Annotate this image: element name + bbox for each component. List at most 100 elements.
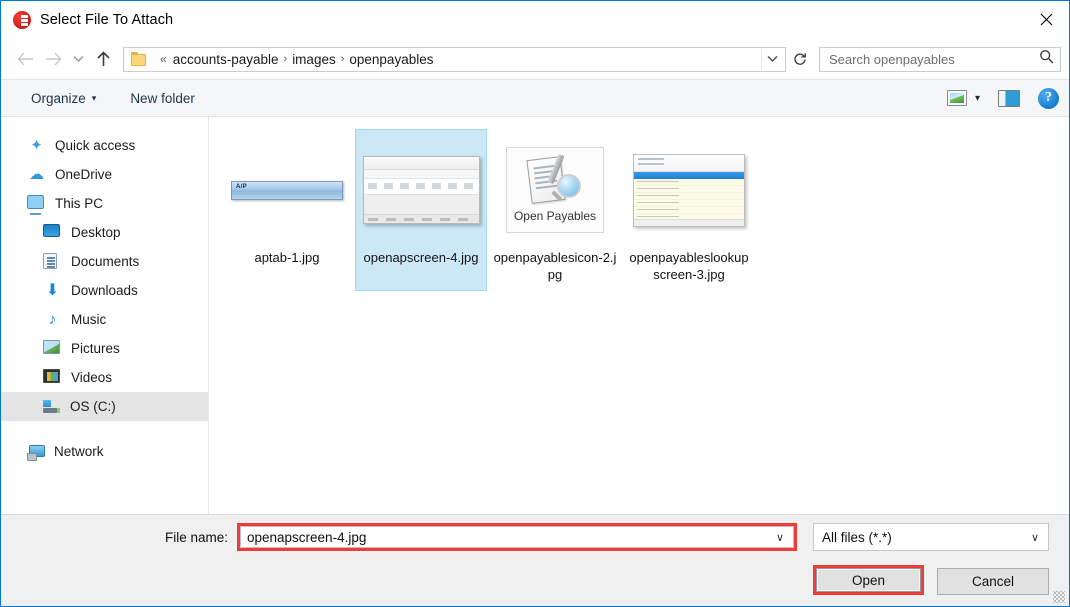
filename-label: File name: bbox=[164, 529, 228, 545]
sidebar-item-downloads[interactable]: ⬇ Downloads bbox=[1, 276, 208, 305]
sidebar-label: This PC bbox=[55, 195, 104, 211]
video-icon bbox=[43, 369, 62, 386]
sidebar-label: Music bbox=[71, 311, 107, 327]
open-payables-icon-thumb: Open Payables bbox=[506, 147, 604, 233]
file-type-chevron-down-icon: ∨ bbox=[1030, 531, 1040, 544]
resize-grip[interactable] bbox=[1053, 591, 1065, 603]
sidebar-item-quick-access[interactable]: ✦ Quick access bbox=[1, 131, 208, 160]
ap-tab-thumb: A/P bbox=[231, 180, 343, 200]
breadcrumb-item-2[interactable]: openpayables bbox=[349, 52, 433, 67]
chevron-down-icon: ▾ bbox=[91, 92, 97, 103]
sidebar: ✦ Quick access ☁ OneDrive This PC Deskto… bbox=[1, 117, 209, 514]
breadcrumb-chevron-down-icon[interactable] bbox=[761, 47, 783, 71]
folder-icon bbox=[131, 52, 148, 66]
toolbar: Organize ▾ New folder ▾ ? bbox=[1, 79, 1069, 117]
recent-locations-chevron-down-icon[interactable] bbox=[67, 45, 89, 73]
file-name-label: openpayableslookupscreen-3.jpg bbox=[629, 250, 749, 282]
sidebar-item-os-c[interactable]: OS (C:) bbox=[1, 392, 208, 421]
computer-icon bbox=[27, 195, 46, 212]
search-box[interactable] bbox=[819, 46, 1061, 72]
file-type-value: All files (*.*) bbox=[822, 529, 892, 545]
hard-drive-icon bbox=[43, 400, 61, 413]
sidebar-label: Documents bbox=[71, 253, 140, 269]
file-item[interactable]: Open Payables openpayablesicon-2.jpg bbox=[489, 129, 621, 291]
file-list[interactable]: A/P aptab-1.jpg openapscreen-4.jpg Open … bbox=[209, 117, 1069, 514]
sidebar-label: OS (C:) bbox=[70, 398, 116, 414]
sidebar-item-desktop[interactable]: Desktop bbox=[1, 218, 208, 247]
dialog-footer: File name: ∨ All files (*.*) ∨ Open Canc… bbox=[1, 514, 1069, 606]
thumb-text: Open Payables bbox=[513, 209, 597, 223]
ap-screen-thumb bbox=[362, 156, 480, 224]
thumb-text: A/P bbox=[236, 183, 247, 190]
title-bar: Select File To Attach bbox=[1, 1, 1069, 39]
thumbnail: A/P bbox=[225, 135, 349, 245]
open-button-highlight: Open bbox=[813, 565, 924, 595]
file-type-select[interactable]: All files (*.*) ∨ bbox=[813, 523, 1049, 551]
lookup-screen-thumb bbox=[633, 153, 745, 227]
window-title: Select File To Attach bbox=[40, 12, 174, 28]
file-name-label: aptab-1.jpg bbox=[254, 250, 320, 265]
star-icon: ✦ bbox=[30, 137, 43, 154]
organize-button[interactable]: Organize ▾ bbox=[23, 87, 104, 110]
sidebar-item-network[interactable]: Network bbox=[1, 437, 208, 466]
breadcrumb-overflow[interactable]: « bbox=[154, 52, 173, 66]
search-icon bbox=[1039, 49, 1054, 69]
filename-chevron-down-icon[interactable]: ∨ bbox=[769, 531, 791, 544]
cancel-button[interactable]: Cancel bbox=[937, 568, 1049, 595]
thumbnail bbox=[627, 135, 751, 245]
sidebar-item-documents[interactable]: Documents bbox=[1, 247, 208, 276]
sidebar-item-pictures[interactable]: Pictures bbox=[1, 334, 208, 363]
breadcrumb-item-0[interactable]: accounts-payable bbox=[173, 52, 279, 67]
filename-highlight: ∨ bbox=[237, 523, 797, 551]
file-item[interactable]: openpayableslookupscreen-3.jpg bbox=[623, 129, 755, 291]
help-button[interactable]: ? bbox=[1038, 87, 1059, 109]
forward-icon[interactable] bbox=[39, 45, 67, 73]
navigation-bar: « accounts-payable › images › openpayabl… bbox=[1, 39, 1069, 79]
back-icon[interactable] bbox=[11, 45, 39, 73]
sidebar-item-music[interactable]: ♪ Music bbox=[1, 305, 208, 334]
sidebar-label: Quick access bbox=[55, 137, 136, 153]
thumbnail: Open Payables bbox=[493, 135, 617, 245]
sidebar-item-onedrive[interactable]: ☁ OneDrive bbox=[1, 160, 208, 189]
file-item[interactable]: openapscreen-4.jpg bbox=[355, 129, 487, 291]
desktop-icon bbox=[43, 224, 62, 241]
breadcrumb-item-1[interactable]: images bbox=[292, 52, 336, 67]
open-button[interactable]: Open bbox=[816, 568, 921, 592]
file-name-label: openapscreen-4.jpg bbox=[363, 250, 479, 265]
filename-field[interactable]: ∨ bbox=[240, 526, 794, 548]
sidebar-label: Network bbox=[54, 443, 104, 459]
breadcrumb[interactable]: « accounts-payable › images › openpayabl… bbox=[123, 46, 786, 72]
new-folder-label: New folder bbox=[130, 90, 195, 106]
download-icon: ⬇ bbox=[45, 282, 60, 299]
app-icon bbox=[13, 11, 31, 29]
file-name-label: openpayablesicon-2.jpg bbox=[493, 250, 617, 282]
network-icon bbox=[27, 444, 45, 461]
filename-input[interactable] bbox=[247, 529, 769, 545]
file-dialog-window: Select File To Attach « accounts-payable… bbox=[0, 0, 1070, 607]
sidebar-item-videos[interactable]: Videos bbox=[1, 363, 208, 392]
file-item[interactable]: A/P aptab-1.jpg bbox=[221, 129, 353, 291]
sidebar-label: OneDrive bbox=[55, 166, 113, 182]
document-icon bbox=[43, 253, 62, 270]
view-chevron-down-icon[interactable]: ▾ bbox=[975, 93, 980, 104]
dialog-body: ✦ Quick access ☁ OneDrive This PC Deskto… bbox=[1, 117, 1069, 514]
organize-label: Organize bbox=[31, 90, 86, 106]
sidebar-item-this-pc[interactable]: This PC bbox=[1, 189, 208, 218]
close-button[interactable] bbox=[1023, 1, 1069, 38]
search-input[interactable] bbox=[829, 51, 1035, 67]
new-folder-button[interactable]: New folder bbox=[122, 87, 203, 110]
picture-icon bbox=[43, 340, 62, 357]
view-mode-icon[interactable] bbox=[946, 90, 967, 106]
sidebar-label: Videos bbox=[71, 369, 113, 385]
breadcrumb-chevron-0[interactable]: › bbox=[279, 53, 293, 65]
cloud-icon: ☁ bbox=[29, 166, 44, 183]
refresh-icon[interactable] bbox=[787, 47, 813, 72]
preview-pane-icon[interactable] bbox=[998, 89, 1020, 107]
sidebar-label: Desktop bbox=[71, 224, 121, 240]
up-icon[interactable] bbox=[89, 45, 117, 73]
thumbnail bbox=[359, 135, 483, 245]
sidebar-label: Pictures bbox=[71, 340, 120, 356]
breadcrumb-chevron-1[interactable]: › bbox=[336, 53, 350, 65]
sidebar-label: Downloads bbox=[71, 282, 138, 298]
music-note-icon: ♪ bbox=[48, 311, 57, 328]
